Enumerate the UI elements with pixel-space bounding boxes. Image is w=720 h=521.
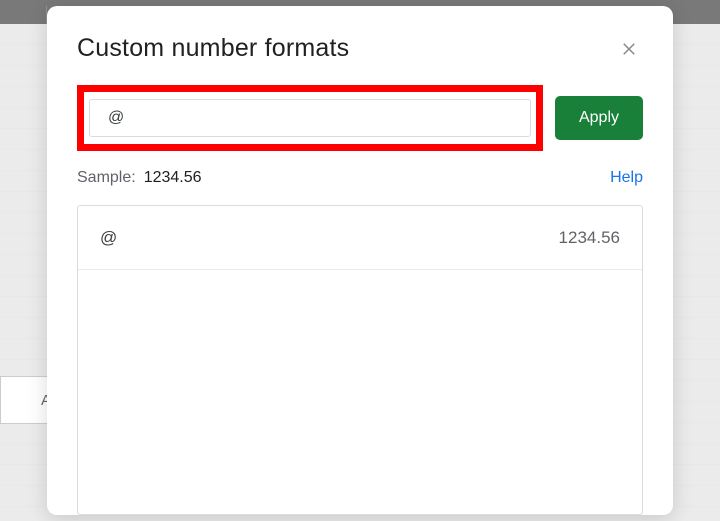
format-preview: 1234.56 [559,228,620,248]
apply-button[interactable]: Apply [555,96,643,140]
format-pattern-input[interactable] [89,99,531,137]
dialog-header: Custom number formats [77,34,643,63]
help-link[interactable]: Help [610,169,643,187]
custom-number-formats-dialog: Custom number formats Apply Sample: 1234… [47,6,673,515]
sample-left: Sample: 1234.56 [77,169,202,187]
format-pattern: @ [100,228,117,248]
format-row[interactable]: @1234.56 [78,206,642,270]
format-input-row: Apply [77,85,643,151]
close-button[interactable] [615,35,643,63]
sample-label: Sample: [77,169,136,187]
sample-row: Sample: 1234.56 Help [77,169,643,187]
active-cell-indicator: A [0,376,48,424]
formats-list: @1234.56 [77,205,643,515]
highlight-annotation [77,85,543,151]
dialog-title: Custom number formats [77,34,349,63]
sample-value: 1234.56 [144,169,202,187]
close-icon [620,40,638,58]
